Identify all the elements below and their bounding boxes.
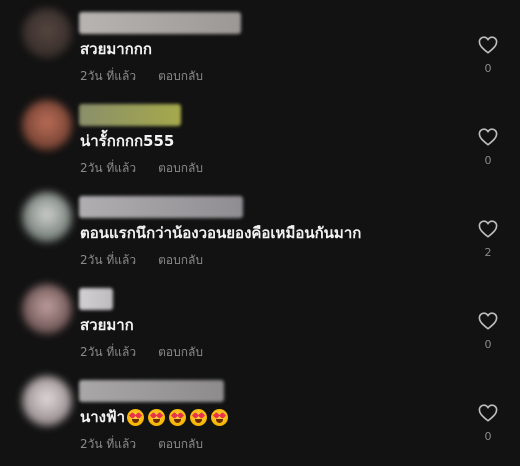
heart-outline-icon[interactable] <box>478 220 498 238</box>
like-count: 2 <box>484 246 492 259</box>
reply-button[interactable]: ตอบกลับ <box>158 69 203 83</box>
username-redacted[interactable] <box>79 12 241 34</box>
comment-item: สวยมาก 2วัน ที่แล้ว ตอบกลับ 0 <box>0 278 520 370</box>
reply-button[interactable]: ตอบกลับ <box>158 345 203 359</box>
username-redacted[interactable] <box>79 380 224 402</box>
like-button[interactable]: 2 <box>474 220 502 260</box>
comment-text: สวยมาก <box>80 315 134 335</box>
heart-eyes-emoji-icon <box>169 409 187 426</box>
like-count: 0 <box>484 430 492 443</box>
comment-item: นางฟ้า 2วัน ที่แล้ว ตอบกลับ 0 <box>0 370 520 462</box>
like-button[interactable]: 0 <box>474 36 502 76</box>
comment-text-content: สวยมากกก <box>80 40 152 58</box>
avatar[interactable] <box>22 376 72 426</box>
comment-text-content: นางฟ้า <box>80 408 126 426</box>
comment-timestamp: 2วัน ที่แล้ว <box>80 437 137 451</box>
like-button[interactable]: 0 <box>474 128 502 168</box>
username-redacted[interactable] <box>79 104 181 126</box>
like-button[interactable]: 0 <box>474 404 502 444</box>
comment-item: ตอนแรกนึกว่าน้องวอนยองคือเหมือนกันมาก 2วั… <box>0 186 520 278</box>
heart-outline-icon[interactable] <box>478 128 498 146</box>
comment-text: น่ารั้กกกก555 <box>80 131 174 151</box>
comment-text: ตอนแรกนึกว่าน้องวอนยองคือเหมือนกันมาก <box>80 223 361 243</box>
comment-timestamp: 2วัน ที่แล้ว <box>80 345 137 359</box>
comment-timestamp: 2วัน ที่แล้ว <box>80 161 137 175</box>
comment-meta: 2วัน ที่แล้ว ตอบกลับ <box>80 68 203 84</box>
reply-button[interactable]: ตอบกลับ <box>158 437 203 451</box>
comment-text: สวยมากกก <box>80 39 152 59</box>
like-count: 0 <box>484 154 492 167</box>
comment-timestamp: 2วัน ที่แล้ว <box>80 69 137 83</box>
heart-eyes-emoji-icon <box>190 409 208 426</box>
avatar[interactable] <box>22 192 72 242</box>
heart-outline-icon[interactable] <box>478 36 498 54</box>
avatar[interactable] <box>22 8 72 58</box>
heart-eyes-emoji-icon <box>211 409 229 426</box>
username-redacted[interactable] <box>79 196 243 218</box>
emoji-group <box>127 409 229 426</box>
comment-meta: 2วัน ที่แล้ว ตอบกลับ <box>80 436 203 452</box>
heart-eyes-emoji-icon <box>148 409 166 426</box>
like-button[interactable]: 0 <box>474 312 502 352</box>
reply-button[interactable]: ตอบกลับ <box>158 161 203 175</box>
comment-text-content: สวยมาก <box>80 316 134 334</box>
comment-item: น่ารั้กกกก555 2วัน ที่แล้ว ตอบกลับ 0 <box>0 94 520 186</box>
comment-meta: 2วัน ที่แล้ว ตอบกลับ <box>80 160 203 176</box>
comment-meta: 2วัน ที่แล้ว ตอบกลับ <box>80 344 203 360</box>
avatar[interactable] <box>22 100 72 150</box>
like-count: 0 <box>484 338 492 351</box>
comment-text-content: ตอนแรกนึกว่าน้องวอนยองคือเหมือนกันมาก <box>80 224 362 242</box>
reply-button[interactable]: ตอบกลับ <box>158 253 203 267</box>
username-redacted[interactable] <box>79 288 113 310</box>
comment-text: นางฟ้า <box>80 407 229 427</box>
heart-outline-icon[interactable] <box>478 404 498 422</box>
heart-outline-icon[interactable] <box>478 312 498 330</box>
like-count: 0 <box>484 62 492 75</box>
comment-item: สวยมากกก 2วัน ที่แล้ว ตอบกลับ 0 <box>0 2 520 94</box>
comment-timestamp: 2วัน ที่แล้ว <box>80 253 137 267</box>
comment-meta: 2วัน ที่แล้ว ตอบกลับ <box>80 252 203 268</box>
avatar[interactable] <box>22 284 72 334</box>
heart-eyes-emoji-icon <box>127 409 145 426</box>
comment-text-content: น่ารั้กกกก555 <box>80 132 175 150</box>
